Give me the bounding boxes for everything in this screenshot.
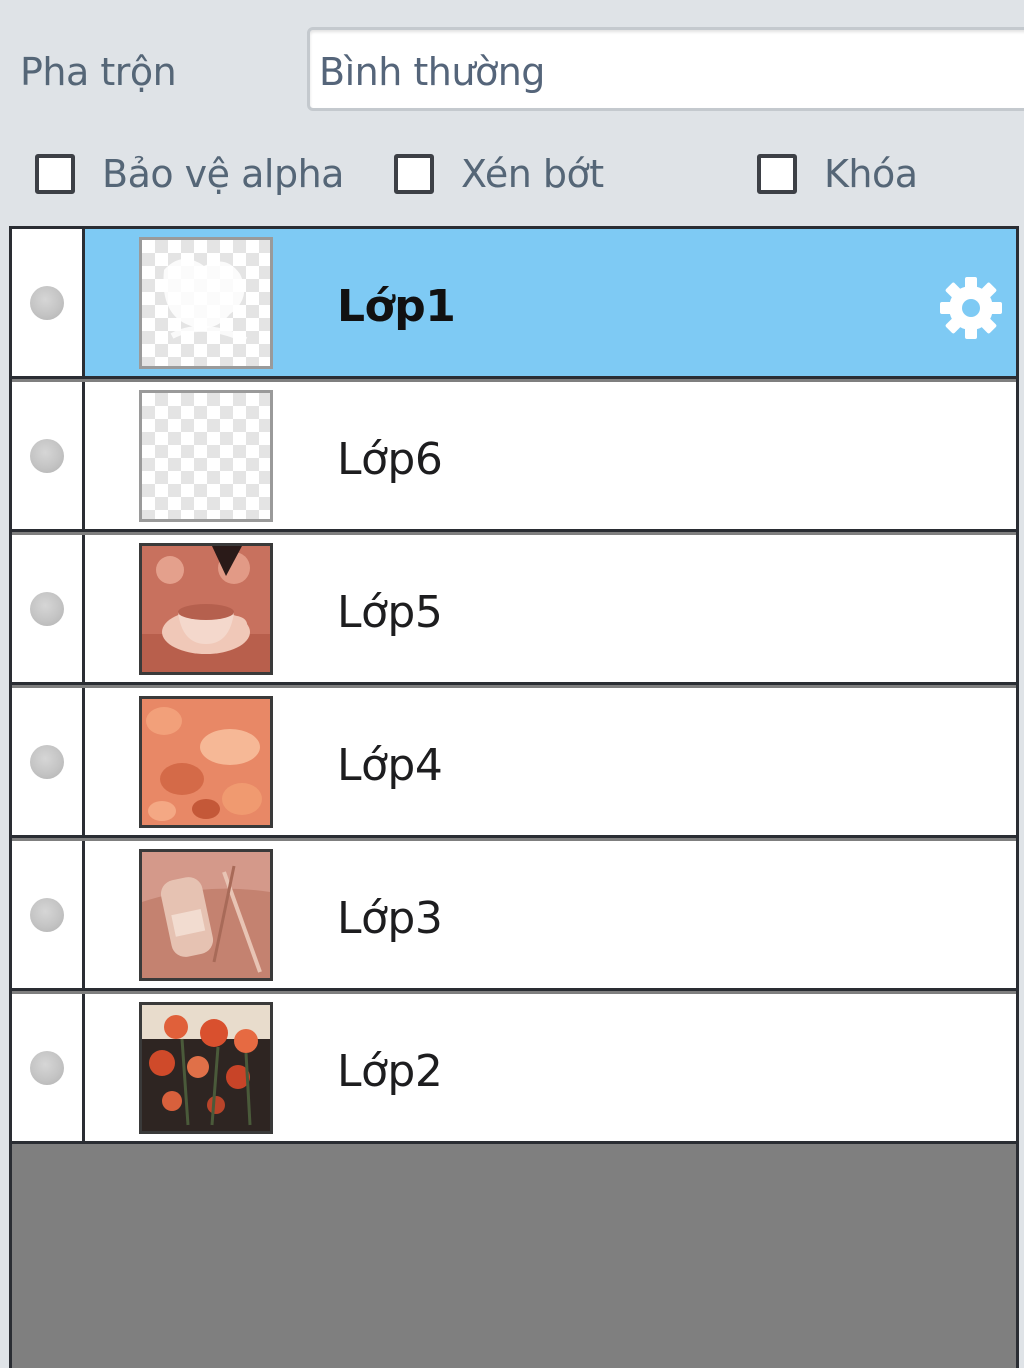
blend-mode-label: Pha trộn (20, 50, 177, 94)
lock-label: Khóa (824, 152, 918, 196)
visibility-toggle[interactable] (12, 994, 85, 1141)
layer-row[interactable]: Lớp5 (12, 535, 1016, 685)
layer-row[interactable]: Lớp2 (12, 994, 1016, 1144)
layer-thumbnail (139, 1002, 273, 1134)
visibility-toggle[interactable] (12, 688, 85, 835)
protect-alpha-checkbox[interactable] (35, 154, 75, 194)
layer-list: Lớp1 Lớp6 Lớp5 Lớp4 Lớp3 Lớp2 (9, 226, 1019, 1368)
layer-row[interactable]: Lớp3 (12, 841, 1016, 991)
layer-name: Lớp4 (337, 740, 443, 791)
layer-row-main[interactable]: Lớp4 (85, 688, 1016, 835)
layer-thumbnail (139, 543, 273, 675)
layer-row[interactable]: Lớp6 (12, 382, 1016, 532)
layer-name: Lớp2 (337, 1046, 443, 1097)
visibility-dot-icon[interactable] (30, 439, 64, 473)
visibility-toggle[interactable] (12, 841, 85, 988)
gear-icon[interactable] (936, 273, 1006, 343)
blend-mode-select[interactable]: Bình thường (307, 27, 1024, 111)
protect-alpha-label: Bảo vệ alpha (102, 152, 344, 196)
layer-name: Lớp6 (337, 434, 443, 485)
layer-name: Lớp3 (337, 893, 443, 944)
visibility-toggle[interactable] (12, 535, 85, 682)
visibility-dot-icon[interactable] (30, 286, 64, 320)
layer-row-main[interactable]: Lớp2 (85, 994, 1016, 1141)
visibility-dot-icon[interactable] (30, 1051, 64, 1085)
clipping-label: Xén bớt (461, 152, 604, 196)
layer-name: Lớp5 (337, 587, 443, 638)
layer-row-main[interactable]: Lớp5 (85, 535, 1016, 682)
clipping-option[interactable]: Xén bớt (394, 148, 604, 200)
layer-thumbnail (139, 696, 273, 828)
layer-row[interactable]: Lớp4 (12, 688, 1016, 838)
lock-option[interactable]: Khóa (757, 148, 918, 200)
visibility-dot-icon[interactable] (30, 592, 64, 626)
blend-mode-value: Bình thường (319, 50, 545, 94)
layer-row[interactable]: Lớp1 (12, 229, 1016, 379)
layer-thumbnail (139, 237, 273, 369)
layer-row-main[interactable]: Lớp3 (85, 841, 1016, 988)
layer-row-main[interactable]: Lớp1 (85, 229, 1016, 376)
layer-thumbnail (139, 390, 273, 522)
layer-name: Lớp1 (337, 281, 456, 332)
visibility-dot-icon[interactable] (30, 745, 64, 779)
layer-thumbnail (139, 849, 273, 981)
visibility-toggle[interactable] (12, 382, 85, 529)
layer-row-main[interactable]: Lớp6 (85, 382, 1016, 529)
protect-alpha-option[interactable]: Bảo vệ alpha (35, 148, 344, 200)
clipping-checkbox[interactable] (394, 154, 434, 194)
lock-checkbox[interactable] (757, 154, 797, 194)
visibility-dot-icon[interactable] (30, 898, 64, 932)
visibility-toggle[interactable] (12, 229, 85, 376)
